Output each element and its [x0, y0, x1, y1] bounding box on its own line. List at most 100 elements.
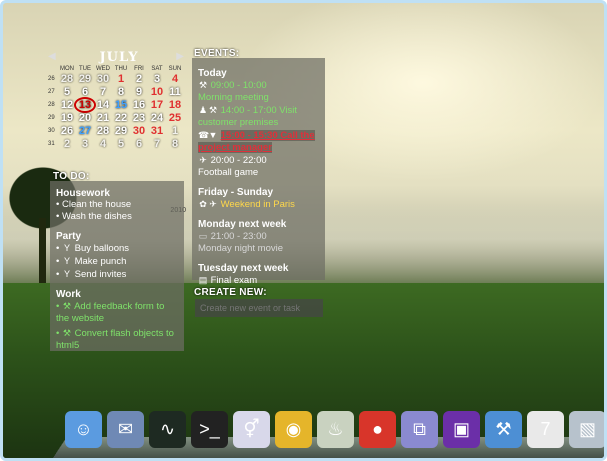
- calendar-day[interactable]: 29: [76, 73, 94, 85]
- calendar-day[interactable]: 23: [130, 112, 148, 124]
- event-item[interactable]: ▭ 21:00 - 23:00: [198, 230, 319, 243]
- calendar-day[interactable]: 4: [94, 138, 112, 150]
- running-icon: ✈: [199, 155, 207, 165]
- week-number: 30: [48, 127, 55, 134]
- event-item[interactable]: ♟ ⚒ 14:00 - 17:00 Visit: [198, 104, 319, 117]
- calendar-next-arrow[interactable]: ▶: [176, 51, 184, 62]
- events-day-weekend: Friday - Sunday: [198, 187, 274, 198]
- todo-group-party[interactable]: Party: [56, 231, 178, 242]
- calendar-day[interactable]: 15: [112, 99, 130, 111]
- calendar-day[interactable]: 6: [76, 86, 94, 98]
- calendar-day[interactable]: 13: [74, 96, 96, 113]
- calendar-day[interactable]: 18: [166, 99, 184, 111]
- calendar-day[interactable]: 1: [166, 125, 184, 137]
- calendar-day[interactable]: 7: [94, 86, 112, 98]
- calendar-day[interactable]: 6: [130, 138, 148, 150]
- create-event-input[interactable]: [195, 299, 323, 317]
- calendar-widget: ◀ JULY ▶ MON TUE WED THU FRI SAT SUN 26 2…: [48, 50, 190, 214]
- calendar-week-row: 31 2 3 4 5 6 7 8: [48, 137, 190, 150]
- calendar-day[interactable]: 22: [112, 112, 130, 124]
- weekday-label: FRI: [134, 66, 144, 72]
- week-number: 26: [48, 75, 55, 82]
- todo-item[interactable]: • Y Make punch: [56, 255, 178, 268]
- calendar-day[interactable]: 8: [166, 138, 184, 150]
- week-number: 31: [48, 140, 55, 147]
- finder-icon[interactable]: ☺: [65, 411, 102, 448]
- event-desc: Monday night movie: [198, 243, 284, 254]
- calendar-day[interactable]: 19: [58, 112, 76, 124]
- todo-item[interactable]: • ⚒ Add feedback form to the website: [56, 300, 178, 325]
- calendar-day[interactable]: 4: [166, 73, 184, 85]
- calendar-day[interactable]: 14: [94, 99, 112, 111]
- event-desc: Morning meeting: [198, 92, 269, 103]
- event-item[interactable]: ✈ 20:00 - 22:00: [198, 154, 319, 167]
- calendar-day[interactable]: 8: [112, 86, 130, 98]
- tools-icon: ⚒: [62, 328, 71, 338]
- tv-icon: ▭: [198, 231, 208, 241]
- calendar-day[interactable]: 26: [58, 125, 76, 137]
- calendar-day[interactable]: 2: [58, 138, 76, 150]
- calendar-grid: 26 28 29 30 1 2 3 4 27 5 6 7 8 9 10 11 28 12 13 14 15 16 17 18 2…: [48, 72, 190, 150]
- calendar-day[interactable]: 16: [130, 99, 148, 111]
- todo-item[interactable]: • Clean the house: [56, 199, 178, 211]
- calendar-prev-arrow[interactable]: ◀: [48, 51, 56, 62]
- chef-icon[interactable]: ♨: [317, 411, 354, 448]
- calendar-day[interactable]: 29: [112, 125, 130, 137]
- calendar-day[interactable]: 9: [130, 86, 148, 98]
- ical-icon[interactable]: 7: [527, 411, 564, 448]
- calendar-day[interactable]: 1: [112, 73, 130, 85]
- chrome-icon[interactable]: ◉: [275, 411, 312, 448]
- calendar-day[interactable]: 12: [58, 99, 76, 111]
- todo-item[interactable]: • Wash the dishes: [56, 211, 178, 223]
- activity-monitor-icon[interactable]: ∿: [149, 411, 186, 448]
- xcode-icon[interactable]: ⚒: [485, 411, 522, 448]
- events-panel: Today ⚒ 09:00 - 10:00 Morning meeting ♟ ⚒…: [192, 58, 325, 286]
- mail-stamp-icon[interactable]: ✉: [107, 411, 144, 448]
- event-item[interactable]: ✿ ✈ Weekend in Paris: [198, 198, 319, 211]
- calendar-day[interactable]: 7: [148, 138, 166, 150]
- cocktail-icon: Y: [63, 243, 70, 253]
- terminal-icon[interactable]: >_: [191, 411, 228, 448]
- calendar-week-row: 26 28 29 30 1 2 3 4: [48, 72, 190, 85]
- calendar-day[interactable]: 31: [148, 125, 166, 137]
- calendar-day[interactable]: 2: [130, 73, 148, 85]
- week-number: 29: [48, 114, 55, 121]
- parallels-icon[interactable]: ⧉: [401, 411, 438, 448]
- weekday-label: SUN: [168, 66, 182, 72]
- calendar-day[interactable]: 28: [94, 125, 112, 137]
- purple-app-icon[interactable]: ▣: [443, 411, 480, 448]
- todo-item[interactable]: • Y Buy balloons: [56, 242, 178, 255]
- event-time: 21:00 - 23:00: [210, 231, 267, 242]
- todo-item[interactable]: • ⚒ Convert flash objects to html5: [56, 327, 178, 352]
- todo-group-housework[interactable]: Housework: [56, 188, 178, 199]
- calendar-day[interactable]: 10: [148, 86, 166, 98]
- calendar-day[interactable]: 21: [94, 112, 112, 124]
- warning-icon: ▼: [208, 130, 218, 140]
- calendar-day[interactable]: 5: [58, 86, 76, 98]
- calendar-day[interactable]: 24: [148, 112, 166, 124]
- events-day-monday: Monday next week: [198, 219, 287, 230]
- tomato-icon[interactable]: ●: [359, 411, 396, 448]
- calendar-day[interactable]: 25: [166, 112, 184, 124]
- calendar-day[interactable]: 17: [148, 99, 166, 111]
- calendar-day[interactable]: 3: [76, 138, 94, 150]
- calendar-day[interactable]: 11: [166, 86, 184, 98]
- calendar-day[interactable]: 27: [76, 125, 94, 137]
- plane-icon: ✈: [209, 199, 217, 209]
- calendar-day[interactable]: 5: [112, 138, 130, 150]
- calendar-day[interactable]: 20: [76, 112, 94, 124]
- gender-symbol-icon[interactable]: ⚥: [233, 411, 270, 448]
- calendar-day[interactable]: 28: [58, 73, 76, 85]
- calendar-week-row: 27 5 6 7 8 9 10 11: [48, 85, 190, 98]
- preview-icon[interactable]: ▧: [569, 411, 604, 448]
- event-item[interactable]: ⚒ 09:00 - 10:00: [198, 79, 319, 92]
- event-desc: Football game: [198, 167, 259, 178]
- weekday-label: SAT: [151, 66, 163, 72]
- calendar-day[interactable]: 30: [130, 125, 148, 137]
- todo-item[interactable]: • Y Send invites: [56, 268, 178, 281]
- event-item-urgent[interactable]: ☎▼ 15:00 - 15:30 Call the project manage…: [198, 129, 319, 154]
- event-item[interactable]: ▤ Final exam: [198, 274, 319, 287]
- calendar-day[interactable]: 30: [94, 73, 112, 85]
- todo-group-work[interactable]: Work: [56, 289, 178, 300]
- calendar-day[interactable]: 3: [148, 73, 166, 85]
